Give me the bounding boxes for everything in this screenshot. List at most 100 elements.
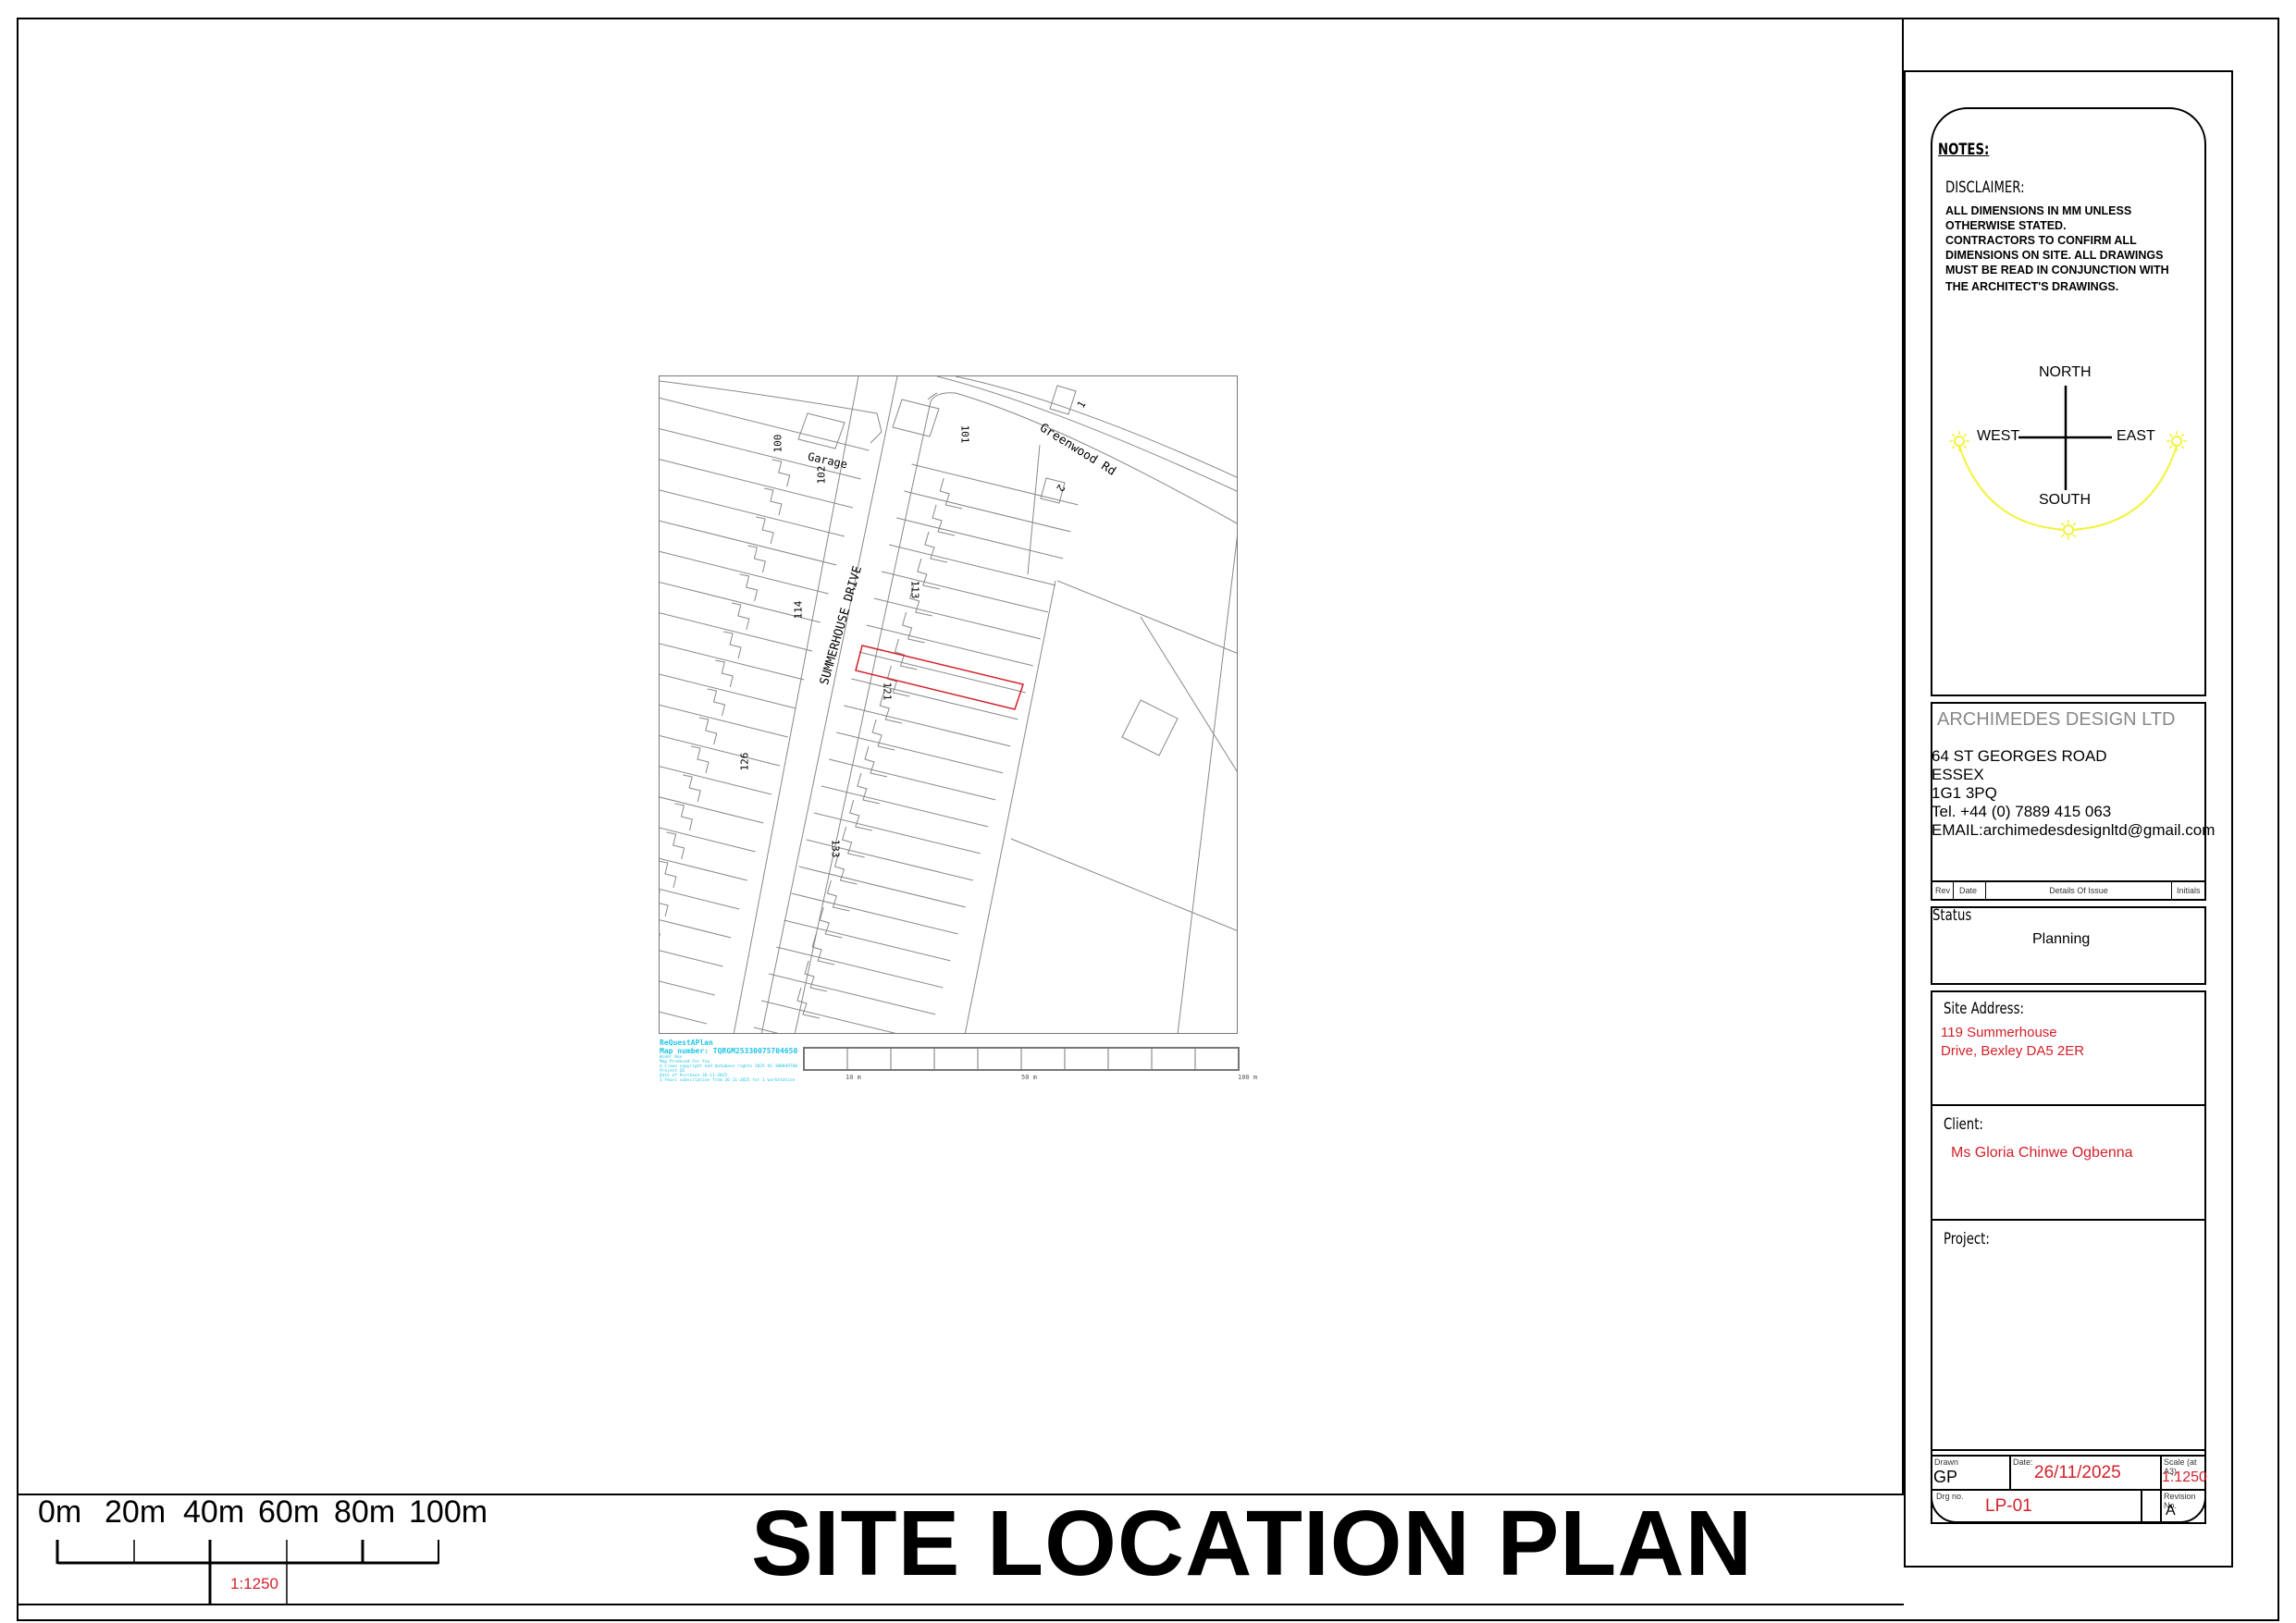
house-number: 133: [829, 840, 841, 858]
plot-boundary: [965, 581, 1055, 1034]
building-outline: [732, 603, 749, 630]
plot-boundary: [1028, 445, 1040, 574]
date-label: Date:: [2013, 1457, 2033, 1467]
house-number: 102: [815, 466, 827, 485]
map-number: Map number: TQRGM25330075704650: [660, 1047, 797, 1055]
building-outline: [674, 804, 692, 830]
compass-north: NORTH: [2039, 364, 2092, 381]
disclaimer-text: ALL DIMENSIONS IN MM UNLESS OTHERWISE ST…: [1945, 203, 2169, 294]
compass-sun-path: [1931, 351, 2206, 555]
initials-header: Initials: [2172, 882, 2206, 901]
sun-ray: [2061, 523, 2064, 525]
sun-ray: [1952, 446, 1955, 449]
plot-boundary: [660, 490, 845, 536]
rev-header: Rev: [1931, 882, 1954, 901]
address-line: 64 ST GEORGES ROAD: [1932, 747, 2215, 766]
compass-east: EAST: [2117, 428, 2155, 445]
address-line: 1G1 3PQ: [1932, 784, 2215, 803]
drawn-label: Drawn: [1934, 1457, 1958, 1467]
company-address: 64 ST GEORGES ROAD ESSEX 1G1 3PQ Tel. +4…: [1932, 747, 2215, 840]
details-box: [1931, 990, 2206, 1524]
email-link[interactable]: EMAIL:archimedesdesignltd@gmail.com: [1932, 821, 2215, 840]
site-address: 119 Summerhouse Drive, Bexley DA5 2ER: [1941, 1024, 2084, 1061]
building-outline: [1122, 700, 1178, 756]
plot-boundary: [1141, 617, 1238, 774]
disclaimer-line: THE ARCHITECT'S DRAWINGS.: [1945, 279, 2169, 294]
divider: [2160, 1456, 2162, 1523]
sun-ray: [2169, 434, 2172, 436]
plot-boundary: [660, 551, 828, 594]
plot-boundary: [660, 1012, 707, 1024]
plot-boundary: [660, 828, 756, 852]
drawn-value: GP: [1933, 1468, 1957, 1487]
sun-ray: [2181, 446, 2184, 449]
map-scale-label: 100 m: [1238, 1074, 1257, 1081]
plot-boundary: [660, 920, 731, 938]
disclaimer-line: MUST BE READ IN CONJUNCTION WITH: [1945, 263, 2169, 277]
plot-boundary: [660, 797, 763, 823]
disclaimer-line: DIMENSIONS ON SITE. ALL DRAWINGS: [1945, 248, 2169, 263]
divider: [1932, 1455, 2204, 1457]
building-outline: [683, 775, 700, 802]
sun-ray: [1964, 434, 1967, 436]
status-label: Status: [1932, 906, 1971, 925]
sun-ray: [2169, 446, 2172, 449]
building-outline: [708, 689, 725, 716]
building-outline: [699, 718, 717, 744]
building-outline: [756, 517, 773, 544]
building-outline: [660, 890, 668, 916]
details-header: Details Of Issue: [1986, 882, 2172, 901]
map-info-line: 1 Years subscription from 26-11-2025 for…: [660, 1078, 797, 1083]
client-name: Ms Gloria Chinwe Ogbenna: [1951, 1145, 2133, 1162]
house-number: 100: [772, 435, 784, 453]
disclaimer-line: ALL DIMENSIONS IN MM UNLESS: [1945, 203, 2169, 218]
sun-ray: [1952, 434, 1955, 436]
divider: [1931, 1219, 2206, 1221]
status-value: Planning: [2032, 931, 2090, 948]
map-provider-info: ReQuestAPlan Map number: TQRGM2533007570…: [660, 1039, 797, 1083]
address-line: ESSEX: [1932, 766, 2215, 784]
road-edge: [937, 376, 1238, 492]
building-outline: [798, 413, 845, 449]
site-map: SUMMERHOUSE DRIVE Greenwood Rd 100 Garag…: [659, 375, 1238, 1034]
map-scale-label: 50 m: [1021, 1074, 1037, 1081]
building-outline: [660, 861, 676, 888]
scale-ratio: 1:1250: [230, 1575, 278, 1593]
site-address-line: Drive, Bexley DA5 2ER: [1941, 1042, 2084, 1061]
plot-boundary: [1178, 524, 1238, 1034]
plot-boundary: [660, 981, 715, 995]
date-header: Date: [1954, 882, 1986, 901]
plot-boundary: [660, 858, 747, 880]
map-scale-label: 10 m: [846, 1074, 861, 1081]
company-name: ARCHIMEDES DESIGN LTD: [1937, 709, 2175, 731]
house-number: 121: [881, 682, 893, 701]
drg-value: LP-01: [1985, 1496, 2032, 1517]
title-block: Drawn GP Date: 26/11/2025 Scale (at A3) …: [1931, 1449, 2206, 1523]
plot-boundary: [660, 951, 722, 966]
building-outline: [747, 546, 765, 572]
sun-ray: [2181, 434, 2184, 436]
building-outline: [740, 574, 758, 601]
site-address-line: 119 Summerhouse: [1941, 1024, 2084, 1042]
building-outline: [715, 660, 733, 687]
date-value: 26/11/2025: [2034, 1463, 2121, 1483]
divider: [1931, 1104, 2206, 1106]
notes-heading: NOTES:: [1938, 141, 1989, 159]
sun-ray: [2073, 523, 2076, 525]
building-outline: [893, 400, 939, 436]
plot-boundary: [660, 644, 804, 680]
drg-label: Drg no.: [1936, 1492, 1964, 1501]
plot-boundary: [660, 736, 780, 766]
plot-boundary: [761, 1001, 928, 1034]
road-edge: [660, 381, 882, 443]
map-scale-bar: [803, 1047, 1241, 1073]
plot-boundary: [660, 890, 739, 909]
footway-edge: [734, 376, 858, 1034]
page-title: SITE LOCATION PLAN: [751, 1491, 1753, 1597]
plot-boundary: [660, 674, 796, 708]
building-outline: [691, 746, 709, 773]
compass-west: WEST: [1977, 428, 2019, 445]
disclaimer-line: CONTRACTORS TO CONFIRM ALL: [1945, 233, 2169, 248]
map-drawing: [660, 376, 1238, 1034]
client-label: Client:: [1944, 1115, 1983, 1134]
